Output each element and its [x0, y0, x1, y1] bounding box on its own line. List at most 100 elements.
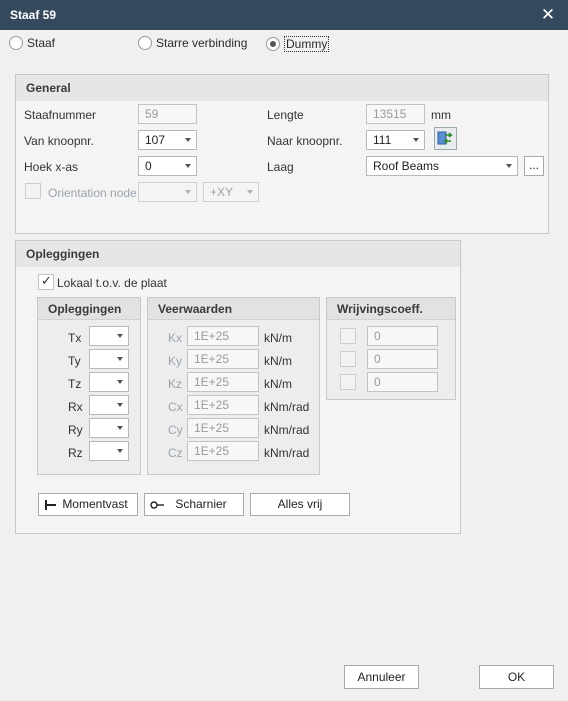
support-combo-ry[interactable] [89, 418, 129, 438]
naar-knoopnr-combo[interactable]: 111 [366, 130, 425, 150]
swap-nodes-button[interactable] [434, 127, 457, 150]
chevron-down-icon[interactable] [117, 403, 123, 407]
support-label-ty: Ty [68, 354, 81, 368]
chevron-down-icon[interactable] [185, 164, 191, 168]
friction-field-3: 0 [367, 372, 438, 392]
lokaal-label: Lokaal t.o.v. de plaat [57, 276, 167, 290]
support-label-ry: Ry [68, 423, 83, 437]
scharnier-button[interactable]: Scharnier [144, 493, 244, 516]
lengte-field: 13515 [366, 104, 425, 124]
spring-label-kx: Kx [168, 331, 183, 345]
lokaal-checkbox[interactable] [38, 273, 54, 290]
radio-dummy[interactable]: Dummy [266, 36, 330, 52]
spring-unit-kx: kN/m [264, 331, 292, 345]
support-label-rz: Rz [68, 446, 83, 460]
general-heading: General [16, 75, 548, 101]
naar-knoopnr-value: 111 [373, 133, 392, 147]
orientation-axis-combo[interactable]: +XY [203, 182, 259, 202]
support-label-tx: Tx [68, 331, 82, 345]
springs-heading: Veerwaarden [148, 298, 319, 320]
hoek-x-as-label: Hoek x-as [24, 160, 79, 174]
laag-label: Laag [267, 160, 294, 174]
cancel-button[interactable]: Annuleer [344, 665, 419, 689]
radio-dummy-indicator[interactable] [266, 37, 280, 51]
title-bar: Staaf 59 ✕ [0, 0, 568, 30]
spring-field-cx: 1E+25 [187, 395, 259, 415]
support-combo-tx[interactable] [89, 326, 129, 346]
staafnummer-label: Staafnummer [24, 108, 97, 122]
fixed-support-icon [45, 500, 56, 510]
opleggingen-heading: Opleggingen [16, 241, 460, 267]
van-knoopnr-combo[interactable]: 107 [138, 130, 197, 150]
general-panel: General [15, 74, 549, 234]
laag-more-button[interactable]: ... [524, 156, 544, 176]
spring-field-cy: 1E+25 [187, 418, 259, 438]
alles-vrij-button[interactable]: Alles vrij [250, 493, 350, 516]
chevron-down-icon[interactable] [117, 357, 123, 361]
friction-heading: Wrijvingscoeff. [327, 298, 455, 320]
support-label-rx: Rx [68, 400, 83, 414]
chevron-down-icon[interactable] [117, 426, 123, 430]
support-combo-rz[interactable] [89, 441, 129, 461]
spring-field-ky: 1E+25 [187, 349, 259, 369]
chevron-down-icon[interactable] [117, 380, 123, 384]
scharnier-label: Scharnier [175, 497, 227, 511]
window-title: Staaf 59 [10, 8, 57, 22]
swap-arrows-icon [437, 131, 453, 145]
friction-checkbox-3[interactable] [340, 374, 356, 390]
spring-field-kx: 1E+25 [187, 326, 259, 346]
radio-starre-indicator[interactable] [138, 36, 152, 50]
radio-staaf-label: Staaf [27, 36, 56, 50]
spring-field-kz: 1E+25 [187, 372, 259, 392]
friction-field-1: 0 [367, 326, 438, 346]
staafnummer-field: 59 [138, 104, 197, 124]
ok-button[interactable]: OK [479, 665, 554, 689]
spring-label-cz: Cz [168, 446, 183, 460]
spring-field-cz: 1E+25 [187, 441, 259, 461]
spring-label-kz: Kz [168, 377, 183, 391]
chevron-down-icon[interactable] [117, 334, 123, 338]
van-knoopnr-label: Van knoopnr. [24, 134, 94, 148]
radio-staaf[interactable]: Staaf [9, 36, 55, 50]
naar-knoopnr-label: Naar knoopnr. [267, 134, 343, 148]
lengte-unit: mm [431, 108, 451, 122]
spring-unit-cy: kNm/rad [264, 423, 310, 437]
momentvast-button[interactable]: Momentvast [38, 493, 138, 516]
chevron-down-icon[interactable] [185, 138, 191, 142]
hoek-x-as-value: 0 [145, 159, 152, 173]
radio-dummy-label: Dummy [284, 36, 330, 52]
chevron-down-icon[interactable] [185, 190, 191, 194]
orientation-axis-value: +XY [210, 185, 234, 199]
momentvast-label: Momentvast [62, 497, 128, 511]
radio-staaf-indicator[interactable] [9, 36, 23, 50]
lengte-label: Lengte [267, 108, 304, 122]
orientation-node-label: Orientation node [48, 186, 137, 200]
radio-starre-verbinding[interactable]: Starre verbinding [138, 36, 247, 50]
spring-label-ky: Ky [168, 354, 183, 368]
hoek-x-as-combo[interactable]: 0 [138, 156, 197, 176]
radio-starre-label: Starre verbinding [156, 36, 248, 50]
chevron-down-icon[interactable] [413, 138, 419, 142]
friction-checkbox-2[interactable] [340, 351, 356, 367]
spring-label-cy: Cy [168, 423, 183, 437]
support-label-tz: Tz [68, 377, 82, 391]
spring-label-cx: Cx [168, 400, 183, 414]
chevron-down-icon[interactable] [247, 190, 253, 194]
close-icon[interactable]: ✕ [538, 4, 558, 26]
laag-combo[interactable]: Roof Beams [366, 156, 518, 176]
support-combo-ty[interactable] [89, 349, 129, 369]
spring-unit-ky: kN/m [264, 354, 292, 368]
spring-unit-cx: kNm/rad [264, 400, 310, 414]
supports-heading: Opleggingen [38, 298, 140, 320]
laag-value: Roof Beams [373, 159, 440, 173]
orientation-node-checkbox[interactable] [25, 183, 41, 199]
orientation-node-combo[interactable] [138, 182, 197, 202]
chevron-down-icon[interactable] [117, 449, 123, 453]
friction-checkbox-1[interactable] [340, 328, 356, 344]
friction-field-2: 0 [367, 349, 438, 369]
support-combo-rx[interactable] [89, 395, 129, 415]
chevron-down-icon[interactable] [506, 164, 512, 168]
spring-unit-kz: kN/m [264, 377, 292, 391]
spring-unit-cz: kNm/rad [264, 446, 310, 460]
support-combo-tz[interactable] [89, 372, 129, 392]
